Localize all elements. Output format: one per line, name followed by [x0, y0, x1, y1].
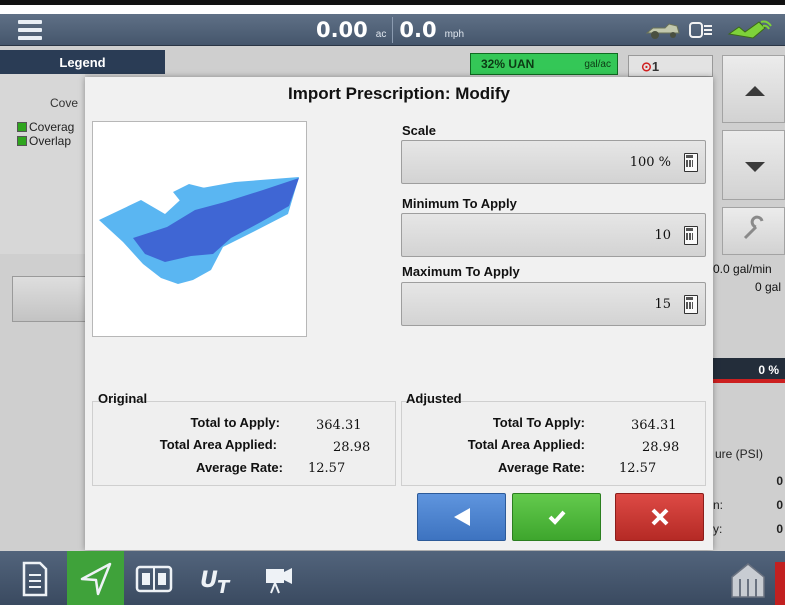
minimum-to-apply-field[interactable]: 10 [401, 213, 706, 257]
legend-heading: Cove [50, 96, 79, 110]
scroll-down-button[interactable] [722, 130, 785, 200]
product-rate-badge[interactable]: 32% UAN gal/ac [470, 53, 618, 75]
legend-item: Overlap [17, 134, 71, 148]
alarm-icon: ⊙ [641, 59, 652, 74]
legend-tab[interactable]: Legend [0, 50, 165, 74]
adjusted-area-value: 28.98 [642, 440, 680, 455]
adjusted-total-label: Total To Apply: [492, 415, 585, 430]
prescription-preview [92, 121, 307, 337]
camera-icon[interactable] [260, 559, 300, 599]
speed-value: 0.0 [399, 18, 437, 42]
pressure-label: ure (PSI) [715, 447, 764, 461]
original-area-label: Total Area Applied: [159, 437, 277, 452]
scale-field[interactable]: 100 % [401, 140, 706, 184]
original-title: Original [98, 391, 148, 406]
original-rate-label: Average Rate: [196, 460, 283, 475]
maximum-label: Maximum To Apply [402, 264, 520, 279]
hamburger-menu-icon [18, 20, 42, 24]
menu-button[interactable] [8, 17, 54, 43]
accept-button[interactable] [512, 493, 601, 541]
svg-text:T: T [217, 577, 231, 598]
original-total-label: Total to Apply: [190, 415, 280, 430]
top-border [0, 0, 785, 5]
area-speed-readout: 0.00 ac 0.0 mph [285, 14, 495, 46]
checkmark-icon [548, 510, 565, 525]
universal-terminal-icon[interactable]: U T [196, 559, 236, 599]
flow-rate-readout: 0.0 gal/min [713, 262, 772, 276]
original-area-value: 28.98 [333, 440, 371, 455]
pressure-row: 0 [776, 474, 783, 488]
original-rate-value: 12.57 [308, 461, 346, 476]
barn-icon[interactable] [728, 559, 768, 599]
cancel-button[interactable] [615, 493, 704, 541]
minimum-value: 10 [654, 228, 671, 243]
adjusted-total-value: 364.31 [631, 418, 677, 433]
adjusted-area-label: Total Area Applied: [467, 437, 585, 452]
left-arrow-icon [453, 508, 470, 526]
calculator-icon[interactable] [684, 226, 698, 245]
maximum-value: 15 [654, 297, 671, 312]
minimum-label: Minimum To Apply [402, 196, 517, 211]
settings-wrench-button[interactable] [722, 207, 785, 255]
scroll-up-button[interactable] [722, 55, 785, 123]
svg-text:U: U [200, 568, 218, 593]
alarm-badge[interactable]: ⊙1 [628, 55, 713, 77]
calculator-icon[interactable] [684, 295, 698, 314]
legend-swatch [17, 122, 27, 132]
gps-signal-icon[interactable] [725, 18, 775, 42]
close-icon [651, 508, 668, 526]
product-unit: gal/ac [584, 58, 611, 70]
tractor-status-icon[interactable] [645, 20, 681, 40]
prescription-map-image [99, 177, 299, 284]
alarm-count: 1 [651, 59, 660, 74]
adjusted-rate-label: Average Rate: [498, 460, 585, 475]
fan-status-icon[interactable] [688, 20, 714, 40]
red-side-tab [775, 562, 785, 605]
pressure-row: y: 0 [713, 522, 783, 536]
total-volume-readout: 0 gal [755, 280, 782, 294]
scale-value: 100 % [629, 155, 671, 170]
maximum-to-apply-field[interactable]: 15 [401, 282, 706, 326]
up-arrow-icon [745, 86, 765, 96]
split-view-icon[interactable] [134, 559, 174, 599]
left-wrench-button[interactable] [12, 276, 87, 322]
calculator-icon[interactable] [684, 153, 698, 172]
scale-label: Scale [402, 123, 436, 138]
legend-item: Coverag [17, 120, 74, 134]
area-unit: ac [375, 28, 387, 40]
legend-swatch [17, 136, 27, 146]
original-total-value: 364.31 [316, 418, 362, 433]
adjusted-rate-value: 12.57 [619, 461, 657, 476]
area-value: 0.00 [315, 18, 368, 42]
navigation-arrow-icon[interactable] [76, 559, 116, 599]
back-button[interactable] [417, 493, 506, 541]
dialog-title: Import Prescription: Modify [288, 84, 510, 103]
speed-unit: mph [444, 28, 465, 40]
legend-item-label: Coverag [29, 120, 75, 134]
document-icon[interactable] [14, 559, 54, 599]
wrench-icon [743, 215, 764, 240]
tank-percent-bar: 0 % [713, 358, 785, 383]
legend-item-label: Overlap [29, 134, 72, 148]
readout-divider [392, 17, 394, 43]
adjusted-title: Adjusted [406, 391, 462, 406]
pressure-row: n: 0 [713, 498, 783, 512]
down-arrow-icon [745, 162, 765, 172]
product-name: 32% UAN [481, 57, 535, 71]
